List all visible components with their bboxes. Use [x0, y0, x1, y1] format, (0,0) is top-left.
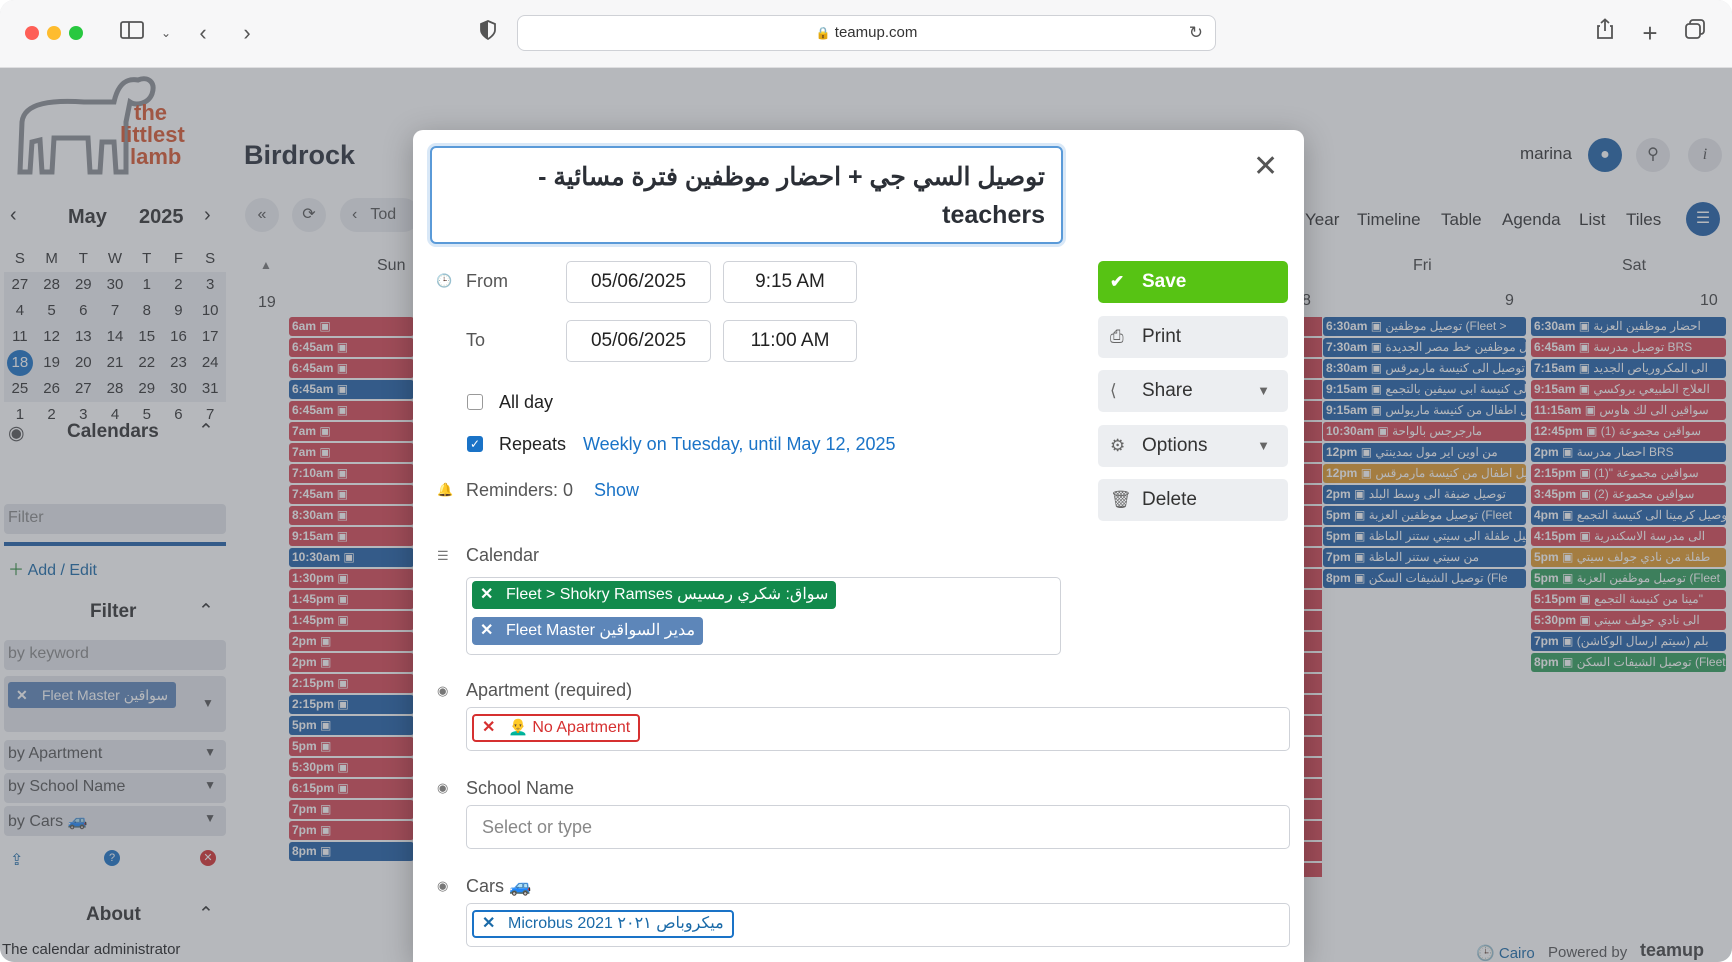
- apartment-tag[interactable]: ✕ 👨‍🦲 No Apartment: [472, 714, 641, 742]
- gear-icon: ⚙: [1110, 436, 1126, 455]
- minimize-window-button[interactable]: [47, 26, 61, 40]
- apartment-label: Apartment (required): [466, 680, 633, 700]
- calendar-label: Calendar: [466, 545, 540, 565]
- browser-window: ⌄ ‹ › 🔒 teamup.com ↻ + the littlest lamb…: [0, 0, 1732, 962]
- repeats-checkbox[interactable]: ✓: [467, 436, 483, 452]
- calendar-select[interactable]: ✕ Fleet > Shokry Ramses سواق: شكري رمسيس …: [466, 577, 1061, 655]
- all-day-label: All day: [499, 392, 554, 412]
- share-label: Share: [1142, 380, 1193, 401]
- school-label: School Name: [466, 778, 575, 798]
- delete-label: Delete: [1142, 489, 1197, 510]
- reload-icon[interactable]: ↻: [1189, 16, 1203, 50]
- save-label: Save: [1142, 271, 1187, 292]
- delete-button[interactable]: 🗑 Delete: [1098, 479, 1288, 521]
- browser-toolbar: ⌄ ‹ › 🔒 teamup.com ↻ +: [0, 0, 1732, 68]
- remove-tag-icon[interactable]: ✕: [480, 581, 493, 609]
- from-date-input[interactable]: 05/06/2025: [566, 261, 711, 303]
- to-time-input[interactable]: 11:00 AM: [723, 320, 857, 362]
- address-bar[interactable]: 🔒 teamup.com ↻: [517, 15, 1216, 51]
- from-time-input[interactable]: 9:15 AM: [723, 261, 857, 303]
- trash-icon: 🗑: [1110, 490, 1132, 509]
- dropdown-icon: ▼: [1257, 383, 1270, 398]
- url-text: teamup.com: [834, 24, 918, 41]
- reminders-show-link[interactable]: Show: [594, 480, 639, 501]
- share-icon[interactable]: [1590, 18, 1620, 48]
- clock-icon: 🕒: [436, 273, 453, 288]
- chevron-down-icon[interactable]: ⌄: [151, 18, 181, 48]
- radio-icon: ◉: [437, 780, 449, 795]
- radio-icon: ◉: [437, 683, 449, 698]
- from-label: From: [466, 271, 508, 291]
- cars-select[interactable]: ✕ Microbus 2021 ميكروباص ٢٠٢١: [466, 903, 1290, 947]
- print-button[interactable]: ⎙ Print: [1098, 316, 1288, 358]
- share-button[interactable]: ⟨ Share ▼: [1098, 370, 1288, 412]
- forward-icon[interactable]: ›: [232, 18, 262, 48]
- all-day-checkbox[interactable]: [467, 394, 483, 410]
- remove-tag-icon[interactable]: ✕: [482, 716, 495, 740]
- lock-icon: 🔒: [815, 26, 831, 40]
- cars-label: Cars 🚙: [466, 876, 532, 896]
- print-icon: ⎙: [1110, 327, 1124, 346]
- event-title-input[interactable]: توصيل السي جي + احضار موظفين فترة مسائية…: [430, 146, 1063, 244]
- dropdown-icon: ▼: [1257, 438, 1270, 453]
- remove-tag-icon[interactable]: ✕: [482, 912, 495, 936]
- options-button[interactable]: ⚙ Options ▼: [1098, 425, 1288, 467]
- calendar-tag[interactable]: ✕ Fleet > Shokry Ramses سواق: شكري رمسيس: [472, 581, 837, 609]
- maximize-window-button[interactable]: [69, 26, 83, 40]
- close-window-button[interactable]: [25, 26, 39, 40]
- new-tab-icon[interactable]: +: [1635, 18, 1665, 48]
- to-date-input[interactable]: 05/06/2025: [566, 320, 711, 362]
- remove-tag-icon[interactable]: ✕: [480, 617, 493, 645]
- check-icon: ✔: [1110, 272, 1125, 291]
- back-icon[interactable]: ‹: [188, 18, 218, 48]
- calendar-tag-label: Fleet Master مدير السواقين: [506, 622, 696, 639]
- to-label: To: [466, 330, 486, 350]
- event-editor-modal: توصيل السي جي + احضار موظفين فترة مسائية…: [413, 130, 1304, 962]
- apartment-select[interactable]: ✕ 👨‍🦲 No Apartment: [466, 707, 1290, 751]
- apartment-tag-label: 👨‍🦲 No Apartment: [508, 719, 631, 736]
- cars-tag-label: Microbus 2021 ميكروباص ٢٠٢١: [508, 915, 724, 932]
- calendar-tag[interactable]: ✕ Fleet Master مدير السواقين: [472, 617, 704, 645]
- repeats-label: Repeats: [499, 434, 567, 454]
- share-icon: ⟨: [1110, 381, 1117, 400]
- options-label: Options: [1142, 435, 1208, 456]
- calendar-tag-label: Fleet > Shokry Ramses سواق: شكري رمسيس: [506, 586, 829, 603]
- sidebar-toggle-icon[interactable]: [116, 18, 148, 48]
- school-select-input[interactable]: Select or type: [466, 805, 1290, 849]
- cars-tag[interactable]: ✕ Microbus 2021 ميكروباص ٢٠٢١: [472, 910, 734, 938]
- reminders-label: Reminders: 0: [466, 480, 574, 500]
- tabs-overview-icon[interactable]: [1680, 18, 1710, 48]
- shield-icon[interactable]: [473, 18, 503, 48]
- radio-icon: ◉: [437, 878, 449, 893]
- list-icon: ☰: [437, 548, 449, 563]
- bell-icon: 🔔: [437, 482, 454, 497]
- save-button[interactable]: ✔ Save: [1098, 261, 1288, 303]
- repeats-rule-link[interactable]: Weekly on Tuesday, until May 12, 2025: [583, 434, 896, 455]
- close-icon[interactable]: ✕: [1253, 152, 1278, 182]
- print-label: Print: [1142, 326, 1182, 347]
